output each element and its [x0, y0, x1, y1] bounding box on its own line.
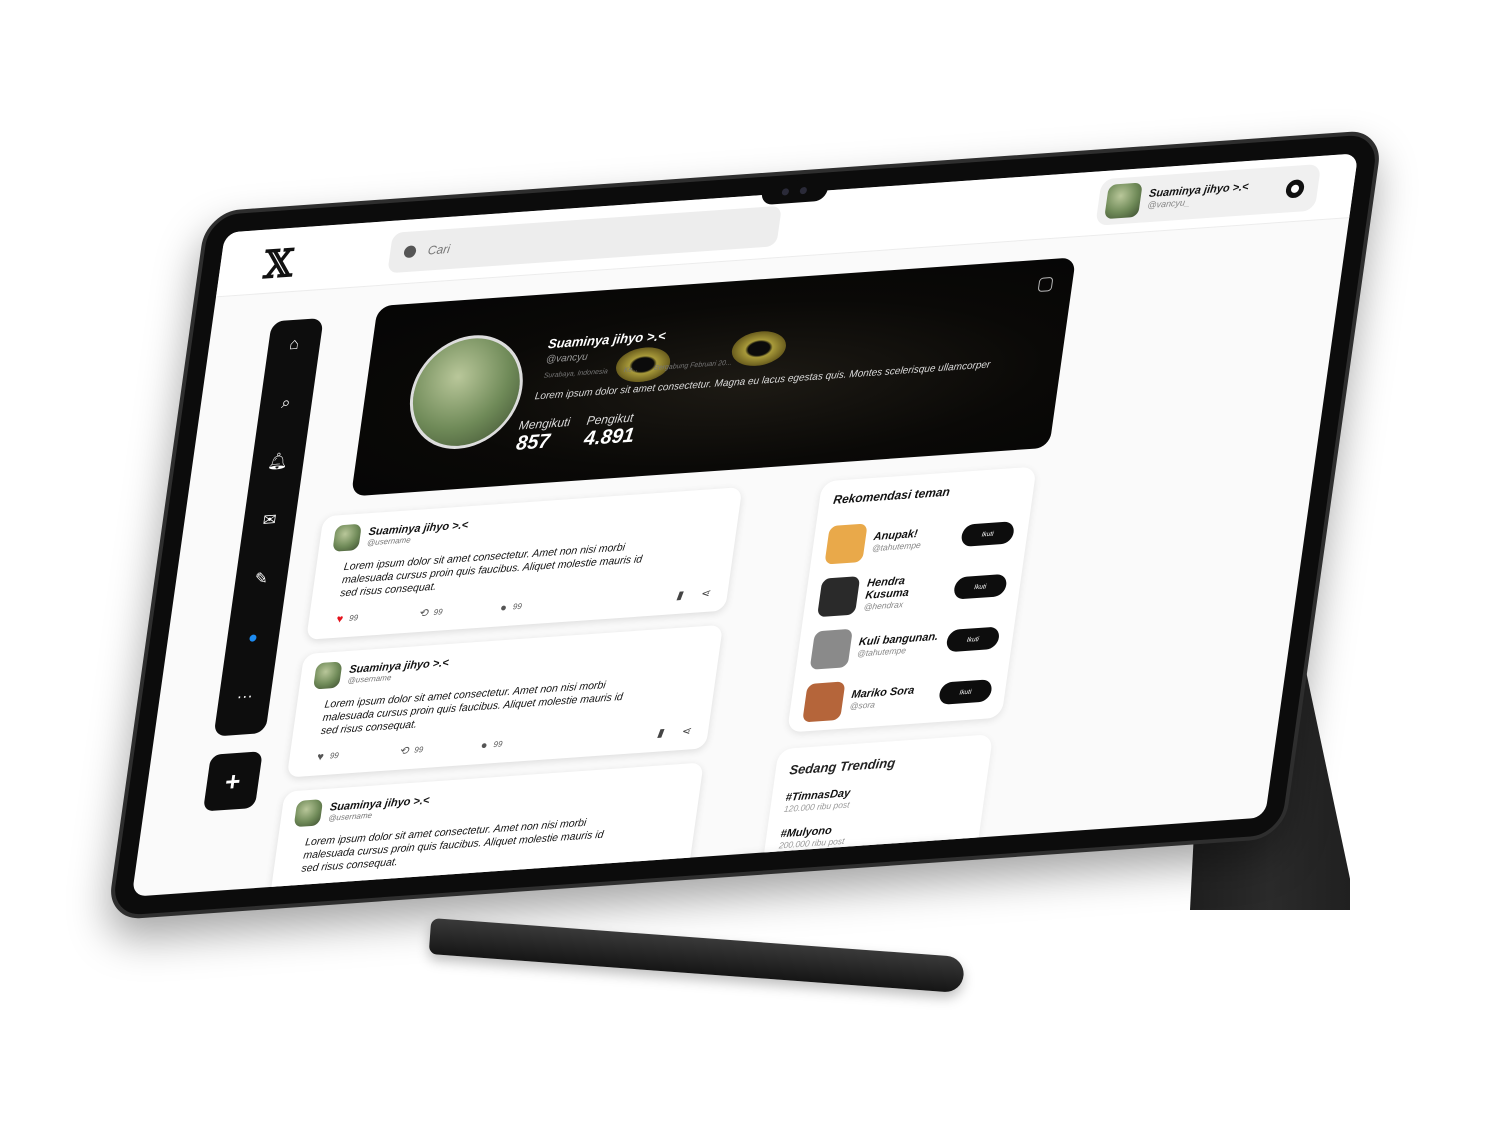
camera-icon — [799, 186, 808, 195]
profile-bio: Lorem ipsum dolor sit amet consectetur. … — [534, 359, 992, 403]
share-icon[interactable]: ⋖ — [680, 724, 691, 738]
comment-button[interactable]: ● 99 — [499, 596, 583, 614]
like-button[interactable]: ♥99 — [335, 607, 420, 626]
followers-stat[interactable]: Pengikut 4.891 — [583, 410, 638, 451]
like-button[interactable]: ♥ 99 — [316, 745, 400, 763]
post-text: Lorem ipsum dolor sit amet consectetur. … — [339, 541, 644, 600]
recommendations-title: Rekomendasi teman — [832, 484, 951, 507]
avatar — [802, 681, 846, 723]
post-header: Suaminya jihyo >.< @username — [312, 636, 708, 690]
person-icon[interactable]: ● — [240, 627, 265, 651]
repost-button[interactable]: ⟲99 — [418, 601, 502, 620]
share-icon[interactable]: ⋖ — [700, 587, 711, 601]
like-count: 99 — [348, 613, 359, 623]
like-count: 99 — [329, 750, 340, 761]
follow-button[interactable]: Ikuti — [960, 521, 1016, 548]
repost-button[interactable]: ⟲99 — [398, 739, 482, 758]
post-header: Suaminya jihyo >.< @username — [293, 774, 689, 828]
account-chip[interactable]: Suaminya jihyo >.< @vancyu_ — [1095, 163, 1322, 226]
comment-count: 99 — [512, 601, 523, 612]
follow-button[interactable]: Ikuti — [945, 626, 1001, 653]
profile-location: Surabaya, Indonesia — [543, 368, 609, 380]
repost-count: 99 — [432, 607, 444, 617]
avatar — [1104, 182, 1143, 220]
banner-cat-eye — [729, 329, 789, 368]
stylus-pen — [428, 918, 965, 994]
repost-icon: ⟲ — [417, 607, 429, 621]
avatar — [332, 523, 362, 552]
comment-button[interactable]: ●99 — [480, 734, 564, 752]
chevron-up-icon[interactable] — [927, 864, 941, 874]
profile-banner: Suaminya jihyo >.< @vancyu Surabaya, Ind… — [350, 257, 1076, 497]
avatar — [809, 628, 853, 670]
post-header: Suaminya jihyo >.< @username — [332, 498, 727, 552]
profile-handle: @vancyu — [545, 351, 589, 366]
post-text: Lorem ipsum dolor sit amet consectetur. … — [320, 679, 624, 738]
trending-item[interactable]: #TimnasDay 120.000 ribu post — [783, 779, 973, 814]
heart-icon: ♥ — [316, 750, 325, 763]
comment-count: 99 — [492, 739, 504, 750]
repost-icon: ⟲ — [398, 744, 410, 758]
messages-label: Pesan — [820, 870, 861, 889]
search-icon — [403, 245, 417, 259]
bookmark-icon[interactable]: ▮ — [656, 726, 664, 740]
app-screen: 𝕏 Suaminya jihyo >.< @vancyu_ ⌂ ⌕ 🔔︎ ✉ ✎… — [131, 153, 1359, 897]
heart-icon: ♥ — [335, 612, 345, 626]
home-icon[interactable]: ⌂ — [282, 333, 307, 357]
profile-meta-link: Ke... — [623, 366, 639, 375]
x-logo[interactable]: 𝕏 — [261, 240, 297, 288]
search-input[interactable] — [426, 222, 729, 258]
post-card[interactable]: Suaminya jihyo >.< @username Lorem ipsum… — [286, 624, 724, 778]
post-card[interactable]: Suaminya jihyo >.< @username Lorem ipsum… — [306, 487, 743, 640]
search-icon[interactable]: ⌕ — [273, 392, 298, 416]
settings-gear-icon[interactable] — [1284, 179, 1306, 199]
avatar — [816, 576, 861, 618]
trending-title: Sedang Trending — [788, 755, 897, 778]
chat-icon[interactable]: ✉ — [257, 509, 282, 533]
following-stat[interactable]: Mengikuti 857 — [515, 415, 571, 456]
friend-recommendations: Rekomendasi teman Anupak! @tahutempe Iku… — [786, 466, 1037, 733]
edit-profile-icon[interactable] — [1037, 276, 1054, 293]
avatar — [312, 661, 343, 690]
avatar — [293, 799, 324, 828]
edit-icon[interactable]: ✎ — [249, 568, 274, 592]
following-value: 857 — [514, 430, 552, 455]
tablet-device: 𝕏 Suaminya jihyo >.< @vancyu_ ⌂ ⌕ 🔔︎ ✉ ✎… — [106, 129, 1384, 921]
bookmark-icon[interactable]: ▮ — [676, 588, 684, 602]
post-feed: Suaminya jihyo >.< @username Lorem ipsum… — [265, 487, 743, 897]
more-icon[interactable]: ··· — [232, 685, 257, 709]
bell-icon[interactable]: 🔔︎ — [265, 451, 290, 475]
follow-button[interactable]: Ikuti — [952, 573, 1008, 600]
follow-button[interactable]: Ikuti — [938, 679, 994, 705]
camera-icon — [781, 188, 790, 196]
profile-avatar — [402, 331, 531, 453]
compose-button[interactable]: + — [202, 751, 263, 812]
repost-count: 99 — [413, 744, 424, 755]
comment-icon: ● — [499, 601, 508, 614]
avatar — [824, 523, 868, 565]
comment-icon: ● — [480, 738, 489, 752]
followers-value: 4.891 — [582, 424, 636, 451]
